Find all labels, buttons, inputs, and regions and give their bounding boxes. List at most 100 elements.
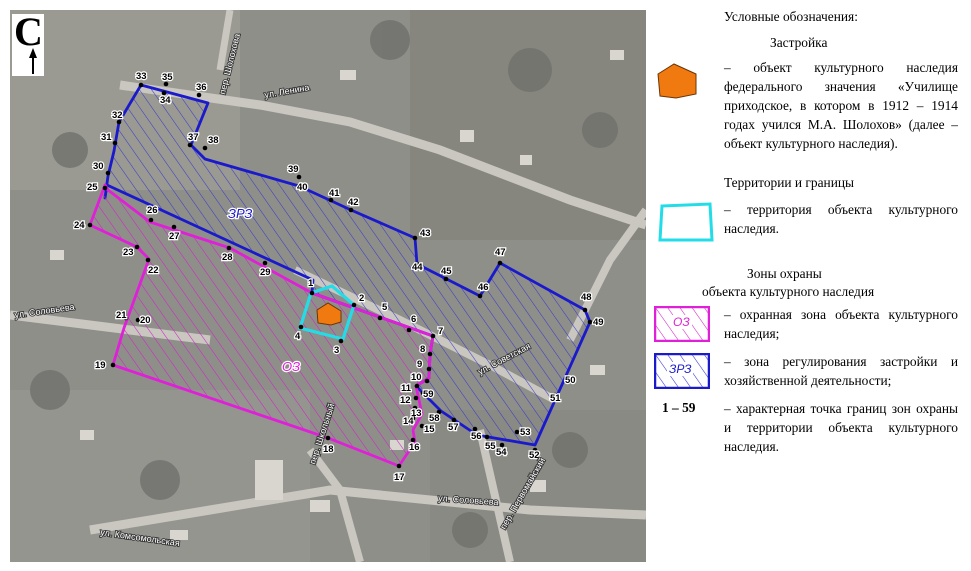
boundary-point-label-43: 43 [420,228,431,239]
boundary-point-label-8: 8 [420,344,425,355]
boundary-point-9 [426,366,432,372]
boundary-point-label-49: 49 [593,317,604,328]
zrz-description: – зона регулирования застройки и хозяйст… [724,354,958,388]
boundary-point-8 [427,351,433,357]
legend-section-territories: Территории и границы [724,175,855,190]
boundary-point-label-36: 36 [196,82,207,93]
boundary-point-label-54: 54 [496,447,507,458]
boundary-point-label-57: 57 [448,422,459,433]
boundary-point-label-51: 51 [550,393,561,404]
boundary-point-label-23: 23 [123,247,134,258]
boundary-point-11 [414,383,420,389]
boundary-point-17 [396,463,402,469]
building-description: – объект культурного наследия федерально… [724,60,958,151]
legend: Условные обозначения: Застройка – объект… [652,0,964,571]
boundary-point-25 [102,185,108,191]
boundary-point-label-28: 28 [222,252,233,263]
boundary-point-label-41: 41 [329,188,340,199]
boundary-point-48 [582,307,588,313]
boundary-point-label-30: 30 [93,161,104,172]
boundary-point-label-38: 38 [208,135,219,146]
boundary-point-label-14: 14 [403,416,414,427]
territory-swatch-icon [658,202,714,242]
boundary-point-38 [202,145,208,151]
boundary-point-label-31: 31 [101,132,112,143]
boundary-point-26 [148,217,154,223]
north-arrow-icon [29,48,37,74]
boundary-point-label-5: 5 [382,302,388,313]
boundary-point-label-32: 32 [112,110,123,121]
oz-swatch-label: ОЗ [671,315,692,329]
range-description: – характерная точка границ зон охраны и … [724,401,958,454]
boundary-point-53 [514,429,520,435]
boundary-point-label-22: 22 [148,265,159,276]
boundary-point-22 [145,257,151,263]
boundary-point-label-19: 19 [95,360,106,371]
boundary-point-6 [406,327,412,333]
boundary-point-label-34: 34 [160,95,171,106]
boundary-point-31 [112,140,118,146]
boundary-point-43 [412,235,418,241]
range-label: 1 – 59 [662,400,696,415]
boundary-point-label-47: 47 [495,247,506,258]
legend-title: Условные обозначения: [724,9,858,24]
boundary-point-label-10: 10 [411,372,422,383]
boundary-point-label-58: 58 [429,413,440,424]
boundary-point-55 [484,434,490,440]
boundary-point-label-50: 50 [565,375,576,386]
boundary-point-label-27: 27 [169,231,180,242]
boundary-point-3 [338,338,344,344]
boundary-point-label-46: 46 [478,282,489,293]
legend-section-zones-line1: Зоны охраны [747,266,822,281]
oz-swatch: ОЗ [653,305,711,343]
boundary-point-label-3: 3 [334,345,339,356]
oz-description: – охранная зона объекта культурного насл… [724,307,958,341]
boundary-point-1 [309,290,315,296]
boundary-point-label-39: 39 [288,164,299,175]
boundary-point-label-40: 40 [297,182,308,193]
boundary-point-4 [298,324,304,330]
boundary-point-label-33: 33 [136,71,147,82]
boundary-point-46 [477,293,483,299]
boundary-point-label-53: 53 [520,427,531,438]
boundary-point-label-26: 26 [147,205,158,216]
boundary-point-label-24: 24 [74,220,85,231]
boundary-point-label-44: 44 [412,262,423,273]
boundary-point-29 [262,260,268,266]
boundary-point-label-37: 37 [188,132,199,143]
boundary-point-23 [134,244,140,250]
boundary-point-label-17: 17 [394,472,405,483]
boundary-point-2 [351,302,357,308]
boundary-point-47 [497,260,503,266]
boundary-point-27 [171,224,177,230]
boundary-point-label-25: 25 [87,182,98,193]
zrz-swatch: ЗРЗ [653,352,711,390]
boundary-point-30 [105,170,111,176]
aerial-map[interactable]: 1 2 3 4 5 6 7 8 9 10 11 12 13 14 15 16 17 18 19 20 21 22 23 24 2… [10,10,646,562]
boundary-point-10 [424,378,430,384]
territory-description: – территория объекта культурного наследи… [724,202,958,236]
building-swatch-icon [657,63,697,99]
zone-label-zrz: ЗРЗ [228,206,252,221]
boundary-point-33 [138,82,144,88]
boundary-point-19 [110,362,116,368]
boundary-point-label-15: 15 [424,424,435,435]
boundary-point-39 [296,174,302,180]
boundary-point-5 [377,315,383,321]
boundary-point-label-16: 16 [409,442,420,453]
boundary-point-24 [87,222,93,228]
north-arrow: С [12,9,44,76]
boundary-point-label-59: 59 [423,389,434,400]
boundary-point-label-7: 7 [438,326,443,337]
legend-section-zones-line2: объекта культурного наследия [702,284,875,299]
boundary-point-label-21: 21 [116,310,127,321]
boundary-point-label-42: 42 [348,197,359,208]
boundary-point-label-20: 20 [140,315,151,326]
boundary-point-label-48: 48 [581,292,592,303]
boundary-point-49 [587,319,593,325]
boundary-point-36 [196,92,202,98]
legend-section-building: Застройка [770,35,828,50]
zrz-swatch-label: ЗРЗ [667,362,694,376]
boundary-point-label-1: 1 [308,278,314,289]
boundary-point-label-2: 2 [359,293,364,304]
